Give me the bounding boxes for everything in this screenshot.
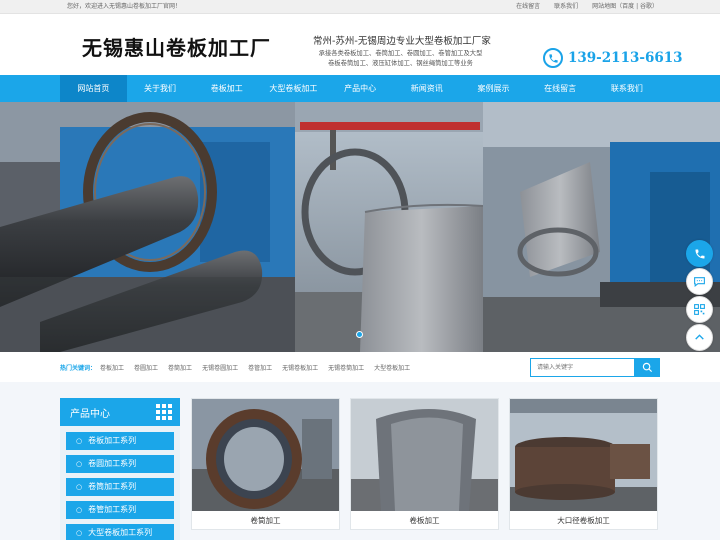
product-image <box>192 399 339 511</box>
keyword-link[interactable]: 卷圆加工 <box>134 363 158 372</box>
phone-float-icon <box>695 249 704 258</box>
sidebar-item-label: 大型卷板加工系列 <box>88 528 153 537</box>
banner-image <box>0 102 720 352</box>
product-caption: 大口径卷板加工 <box>557 516 610 525</box>
qrcode-icon <box>694 304 705 315</box>
phone-icon <box>543 48 563 68</box>
search-button[interactable] <box>635 358 660 377</box>
keyword-link[interactable]: 无锡卷圆加工 <box>202 363 238 372</box>
bullet-icon: ○ <box>76 483 83 491</box>
sidebar-item-rolling[interactable]: ○ 卷板加工系列 <box>66 432 174 450</box>
top-link-sitemap[interactable]: 网站地图（百度 | 谷歌） <box>592 0 658 14</box>
search-icon <box>642 362 653 373</box>
nav-item-home[interactable]: 网站首页 <box>60 75 127 102</box>
header-phone: 139-2113-6613 <box>543 48 683 68</box>
sidebar-title: 产品中心 <box>70 409 110 420</box>
keyword-link[interactable]: 卷板加工 <box>100 363 124 372</box>
product-card[interactable]: 大口径卷板加工 <box>509 398 658 530</box>
bullet-icon: ○ <box>76 460 83 468</box>
main-nav: 网站首页 关于我们 卷板加工 大型卷板加工 产品中心 新闻资讯 案例展示 在线留… <box>0 75 720 102</box>
sidebar-item-label: 卷板加工系列 <box>88 436 137 445</box>
float-phone-button[interactable] <box>686 240 713 267</box>
product-image <box>510 399 657 511</box>
header-slogan: 常州-苏州-无锡周边专业大型卷板加工厂家 <box>313 36 491 47</box>
sidebar-item-pipe[interactable]: ○ 卷管加工系列 <box>66 501 174 519</box>
header: 无锡惠山卷板加工厂 常州-苏州-无锡周边专业大型卷板加工厂家 承接各类卷板加工、… <box>0 14 720 75</box>
slider-dot[interactable] <box>356 331 363 338</box>
nav-item-contact[interactable]: 联系我们 <box>594 75 661 102</box>
hot-keywords: 热门关键词： 卷板加工 卷圆加工 卷筒加工 无锡卷圆加工 卷管加工 无锡卷板加工… <box>60 363 410 372</box>
chat-icon <box>694 277 705 287</box>
sidebar-item-label: 卷圆加工系列 <box>88 459 137 468</box>
nav-item-about[interactable]: 关于我们 <box>127 75 194 102</box>
nav-item-message[interactable]: 在线留言 <box>527 75 594 102</box>
sidebar-list: ○ 卷板加工系列 ○ 卷圆加工系列 ○ 卷筒加工系列 ○ 卷管加工系列 ○ 大型卷板加工系… <box>60 426 180 540</box>
nav-item-large-rolling[interactable]: 大型卷板加工 <box>260 75 327 102</box>
sidebar-item-tube[interactable]: ○ 卷筒加工系列 <box>66 478 174 496</box>
sidebar-item-label: 卷管加工系列 <box>88 505 137 514</box>
bullet-icon: ○ <box>76 506 83 514</box>
top-links: 在线留言 联系我们 网站地图（百度 | 谷歌） <box>516 0 658 14</box>
product-card[interactable]: 卷板加工 <box>350 398 499 530</box>
top-link-contact[interactable]: 联系我们 <box>554 0 578 14</box>
float-qrcode-button[interactable] <box>686 296 713 323</box>
product-card[interactable]: 卷筒加工 <box>191 398 340 530</box>
product-sidebar: 产品中心 ○ 卷板加工系列 ○ 卷圆加工系列 ○ 卷筒加工系列 ○ 卷管加工系列 ○ 大型… <box>60 398 180 540</box>
search-input[interactable] <box>530 358 635 377</box>
sidebar-item-circle[interactable]: ○ 卷圆加工系列 <box>66 455 174 473</box>
nav-item-cases[interactable]: 案例展示 <box>460 75 527 102</box>
product-caption: 卷筒加工 <box>250 516 281 525</box>
keyword-link[interactable]: 无锡卷板加工 <box>282 363 318 372</box>
keyword-link[interactable]: 卷管加工 <box>248 363 272 372</box>
product-image <box>351 399 498 511</box>
sidebar-item-label: 卷筒加工系列 <box>88 482 137 491</box>
nav-item-products[interactable]: 产品中心 <box>327 75 394 102</box>
float-chat-button[interactable] <box>686 268 713 295</box>
back-top-icon <box>695 334 704 340</box>
nav-item-rolling[interactable]: 卷板加工 <box>193 75 260 102</box>
site-logo[interactable]: 无锡惠山卷板加工厂 <box>82 32 271 61</box>
keyword-link[interactable]: 大型卷板加工 <box>374 363 410 372</box>
back-top-button[interactable] <box>686 324 713 351</box>
header-description: 承接各类卷板加工、卷筒加工、卷圆加工、卷管加工及大型卷板卷筒加工、液压缸体加工、… <box>318 50 483 67</box>
top-bar: 您好，欢迎进入无锡惠山卷板加工厂官网！ 在线留言 联系我们 网站地图（百度 | … <box>0 0 720 14</box>
welcome-text: 您好，欢迎进入无锡惠山卷板加工厂官网！ <box>67 3 182 10</box>
sidebar-item-large[interactable]: ○ 大型卷板加工系列 <box>66 524 174 540</box>
keywords-title: 热门关键词： <box>60 365 97 372</box>
top-link-message[interactable]: 在线留言 <box>516 0 540 14</box>
bullet-icon: ○ <box>76 529 83 537</box>
bullet-icon: ○ <box>76 437 83 445</box>
hero-banner[interactable] <box>0 102 720 352</box>
keyword-bar: 热门关键词： 卷板加工 卷圆加工 卷筒加工 无锡卷圆加工 卷管加工 无锡卷板加工… <box>0 352 720 382</box>
keyword-link[interactable]: 无锡卷筒加工 <box>328 363 364 372</box>
product-caption: 卷板加工 <box>409 516 440 525</box>
sidebar-header: 产品中心 <box>60 398 180 426</box>
nav-item-news[interactable]: 新闻资讯 <box>393 75 460 102</box>
grid-icon <box>156 404 172 420</box>
phone-number: 139-2113-6613 <box>568 50 683 66</box>
search-box <box>530 358 660 377</box>
keyword-link[interactable]: 卷筒加工 <box>168 363 192 372</box>
